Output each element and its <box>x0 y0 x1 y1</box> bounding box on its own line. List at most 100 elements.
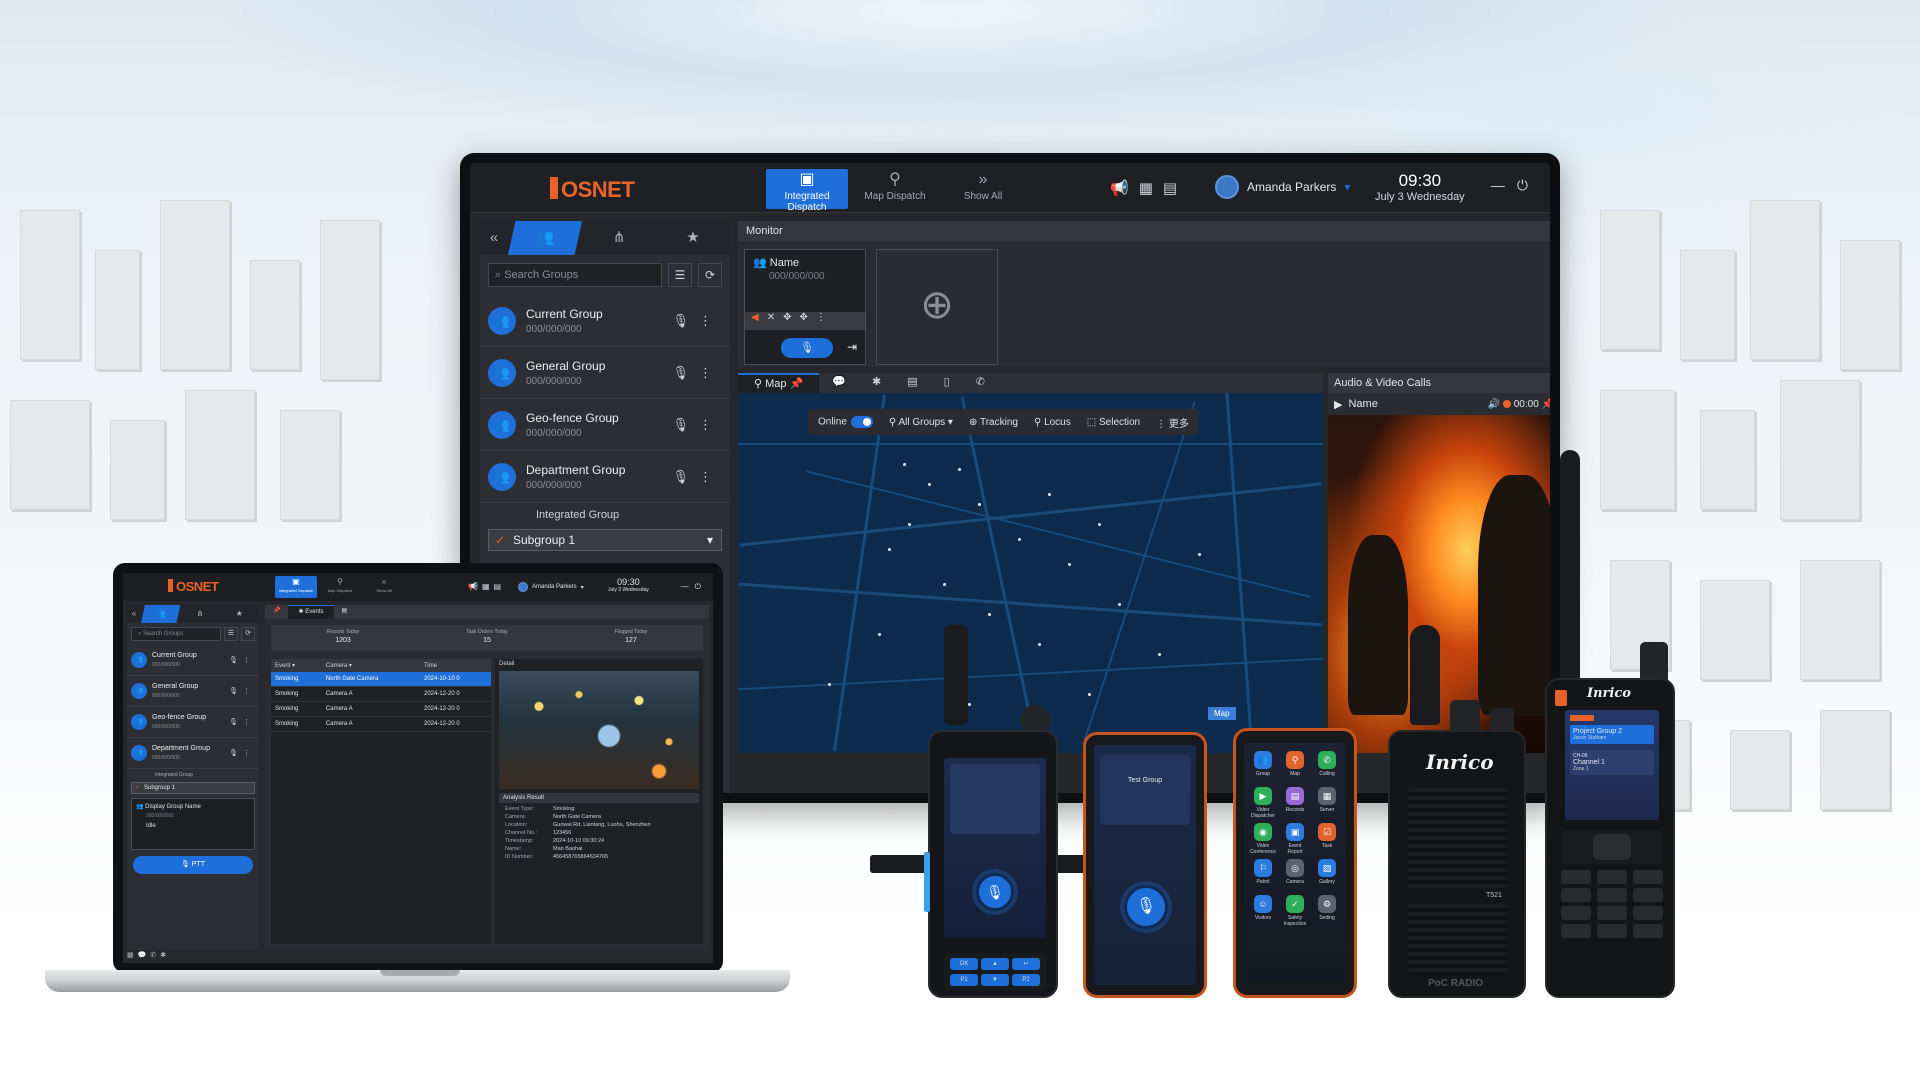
app-task[interactable]: ☑ Task <box>1314 823 1340 853</box>
tab-organization[interactable]: ⋔ <box>582 221 656 255</box>
display-group-card[interactable]: 👥 Display Group Name 000/000/000 Idle <box>131 798 255 850</box>
tab-map[interactable]: ⚲ Map 📌 <box>738 373 820 393</box>
move-icon[interactable]: ✥ <box>783 312 799 323</box>
online-toggle[interactable]: Online <box>818 416 873 428</box>
mic-icon[interactable]: 🎙 <box>672 417 699 432</box>
tab-groups[interactable]: 👥 <box>141 605 181 623</box>
more-button[interactable]: ⋮ 更多 <box>1156 415 1189 430</box>
message-icon[interactable]: 💬 <box>819 373 859 393</box>
app-patrol[interactable]: ⚐ Patrol <box>1250 859 1276 889</box>
list-item[interactable]: 👥 Current Group 000/000/000 🎙⋮ <box>127 645 259 676</box>
list-item[interactable]: 👥 Geo-fence Group 000/000/000 🎙⋮ <box>127 707 259 738</box>
app-setting[interactable]: ⚙ Setting <box>1314 895 1340 925</box>
mic-icon[interactable]: 🎙 <box>672 365 699 380</box>
selection-button[interactable]: ⬚ Selection <box>1087 417 1140 428</box>
alert-icon[interactable]: ✱ <box>859 373 894 393</box>
column-header-time[interactable]: Time <box>419 659 491 672</box>
user-menu[interactable]: Amanda Parkers ▾ <box>1215 175 1350 199</box>
list-item[interactable]: 👥 Current Group 000/000/000 🎙⋮ <box>480 295 730 347</box>
refresh-button[interactable]: ⟳ <box>698 263 722 287</box>
broadcast-icon[interactable]: 📢 <box>468 582 482 591</box>
call-icon[interactable]: ✆ <box>150 952 160 959</box>
exit-icon[interactable]: ⇥ <box>847 340 857 354</box>
message-icon[interactable]: 💬 <box>138 952 151 959</box>
table-row[interactable]: Smoking Camera A 2024-12-20 0 <box>271 701 491 717</box>
mic-icon[interactable]: 🎙 <box>229 688 243 695</box>
list-item[interactable]: 👥 Department Group 000/000/000 🎙⋮ <box>127 738 259 769</box>
more-icon[interactable]: ⋮ <box>243 750 255 757</box>
report-icon[interactable]: ▤ <box>334 605 356 619</box>
grid-icon[interactable]: ▦ <box>482 582 494 591</box>
grid-icon[interactable]: ▦ <box>1139 180 1163 197</box>
more-icon[interactable]: ⋮ <box>816 312 834 323</box>
table-row[interactable]: Smoking North Gate Camera 2024-10-10 0 <box>271 672 491 687</box>
integrated-group-label[interactable]: Integrated Group <box>127 769 259 778</box>
tab-show-all[interactable]: » Show All <box>363 576 405 598</box>
list-item[interactable]: 👥 Department Group 000/000/000 🎙⋮ <box>480 451 730 503</box>
all-groups-filter[interactable]: ⚲ All Groups ▾ <box>889 417 953 428</box>
tab-groups[interactable]: 👥 <box>508 221 582 255</box>
pin-icon[interactable]: 📌 <box>1542 399 1550 410</box>
app-gallery[interactable]: ▨ Gallery <box>1314 859 1340 889</box>
tab-favorites[interactable]: ★ <box>656 221 730 255</box>
tab-integrated-dispatch[interactable]: ▣ Integrated Dispatch <box>766 169 848 213</box>
mic-icon[interactable]: 🎙 <box>229 750 243 757</box>
map-type-label[interactable]: Map <box>1208 707 1236 720</box>
ptt-button[interactable]: 🎙 <box>781 338 833 358</box>
integrated-group-label[interactable]: Integrated Group <box>480 503 730 521</box>
pin-icon[interactable]: 📌 <box>265 605 288 619</box>
device-icon[interactable]: ▯ <box>931 373 963 393</box>
minimize-icon[interactable]: — <box>1491 177 1517 193</box>
more-icon[interactable]: ⋮ <box>243 688 255 695</box>
tab-integrated-dispatch[interactable]: ▣ Integrated Dispatch <box>275 576 317 598</box>
mic-icon[interactable]: 🎙 <box>672 469 699 484</box>
user-menu[interactable]: Amanda Parkers ▾ <box>518 582 584 592</box>
call-icon[interactable]: ✆ <box>963 373 998 393</box>
tracking-button[interactable]: ⊕ Tracking <box>969 417 1018 428</box>
more-icon[interactable]: ⋮ <box>699 469 722 484</box>
alert-icon[interactable]: ✱ <box>160 952 170 959</box>
list-item[interactable]: 👥 General Group 000/000/000 🎙⋮ <box>480 347 730 399</box>
power-icon[interactable]: ⏻ <box>695 582 707 591</box>
more-icon[interactable]: ⋮ <box>243 719 255 726</box>
map-icon[interactable]: ▦ <box>127 952 138 959</box>
tab-map-dispatch[interactable]: ⚲ Map Dispatch <box>319 576 361 598</box>
table-row[interactable]: Smoking Camera A 2024-12-20 0 <box>271 716 491 732</box>
tab-organization[interactable]: ⋔ <box>180 605 219 623</box>
more-icon[interactable]: ⋮ <box>699 365 722 380</box>
layout-icon[interactable]: ▤ <box>494 582 506 591</box>
mute-icon[interactable]: ✕ <box>767 312 783 323</box>
app-server[interactable]: ▦ Server <box>1314 787 1340 817</box>
column-header-event[interactable]: Event ▾ <box>271 659 322 672</box>
tab-map-dispatch[interactable]: ⚲ Map Dispatch <box>854 169 936 209</box>
collapse-icon[interactable]: « <box>480 221 508 255</box>
search-input[interactable]: ⌕ Search Groups <box>131 627 221 641</box>
app-group[interactable]: 👥 Group <box>1250 751 1276 781</box>
list-view-button[interactable]: ☰ <box>668 263 692 287</box>
app-records[interactable]: ▤ Records <box>1282 787 1308 817</box>
mic-icon[interactable]: 🎙 <box>229 719 243 726</box>
monitor-card[interactable]: 👥 Name 000/000/000 ◀✕✥✥⋮ 🎙 ⇥ <box>744 249 866 365</box>
collapse-icon[interactable]: « <box>127 605 141 623</box>
app-visitors[interactable]: ☺ Visitors <box>1250 895 1276 925</box>
more-icon[interactable]: ⋮ <box>699 417 722 432</box>
minimize-icon[interactable]: — <box>681 582 695 591</box>
app-map[interactable]: ⚲ Map <box>1282 751 1308 781</box>
list-item[interactable]: 👥 Geo-fence Group 000/000/000 🎙⋮ <box>480 399 730 451</box>
layout-icon[interactable]: ▤ <box>1163 180 1187 197</box>
table-row[interactable]: Smoking Camera A 2024-12-20 0 <box>271 686 491 702</box>
tab-events[interactable]: ✱ Events <box>288 605 334 619</box>
speaker-icon[interactable]: 🔊 <box>1488 399 1500 410</box>
app-camera[interactable]: ◎ Camera <box>1282 859 1308 889</box>
column-header-camera[interactable]: Camera ▾ <box>321 659 420 672</box>
broadcast-icon[interactable]: 📢 <box>1110 180 1139 197</box>
more-icon[interactable]: ⋮ <box>243 657 255 664</box>
tab-favorites[interactable]: ★ <box>220 605 259 623</box>
speaker-icon[interactable]: ◀ <box>751 312 767 323</box>
move-icon[interactable]: ✥ <box>799 312 815 323</box>
app-event-report[interactable]: ▣ Event Report <box>1282 823 1308 855</box>
list-view-button[interactable]: ☰ <box>224 627 238 641</box>
report-icon[interactable]: ▤ <box>894 373 930 393</box>
app-video-dispatcher[interactable]: ▶ Video Dispatcher <box>1250 787 1276 819</box>
tab-show-all[interactable]: » Show All <box>942 169 1024 209</box>
